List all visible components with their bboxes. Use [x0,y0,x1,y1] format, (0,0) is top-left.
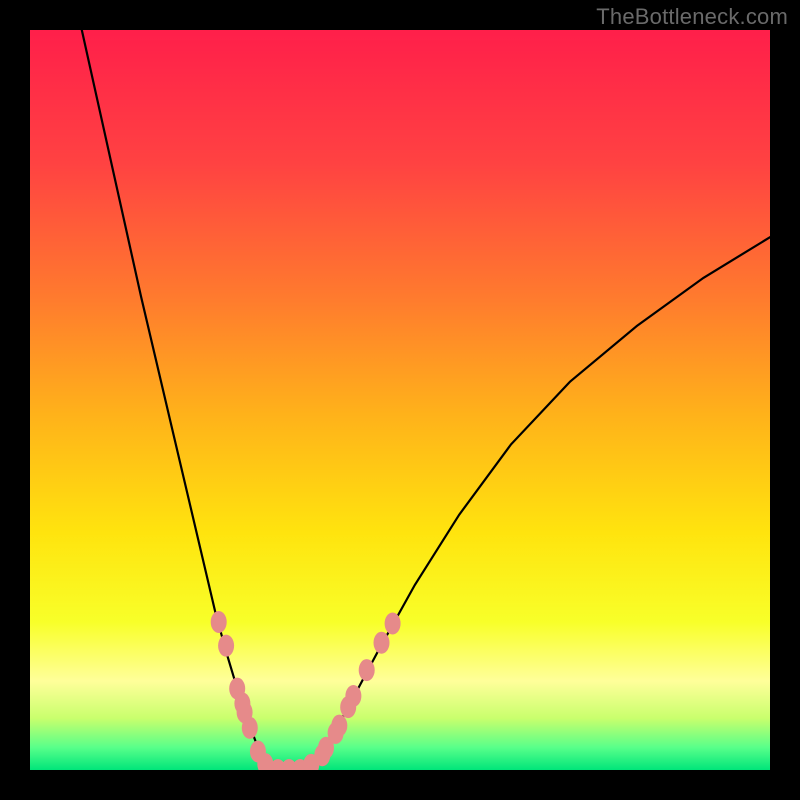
marker-dot [242,717,258,739]
marker-dot [211,611,227,633]
marker-dot [345,685,361,707]
dots-layer [30,30,770,770]
marker-dot [331,715,347,737]
plot-area [30,30,770,770]
marker-dot [359,659,375,681]
chart-frame: TheBottleneck.com [0,0,800,800]
marker-dot [385,612,401,634]
marker-dot [374,632,390,654]
scatter-points [211,611,401,770]
marker-dot [218,635,234,657]
watermark-text: TheBottleneck.com [596,4,788,30]
